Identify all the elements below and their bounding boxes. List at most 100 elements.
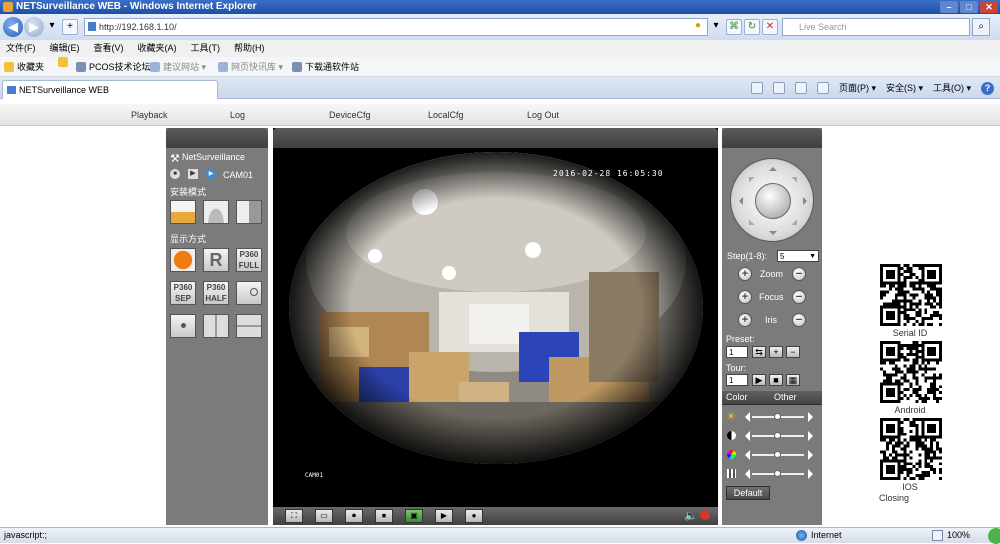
p360-full-button[interactable]: P360 FULL	[236, 248, 262, 272]
focus-in-button[interactable]: +	[738, 290, 752, 304]
closing-link[interactable]: Closing	[844, 493, 944, 503]
fisheye-plus-one-button[interactable]	[236, 281, 262, 305]
favorites-button[interactable]: 收藏夹	[4, 57, 44, 77]
home-icon[interactable]	[750, 82, 763, 94]
window-icon[interactable]: ▭	[315, 509, 333, 523]
compat-icon[interactable]: ●	[690, 19, 706, 35]
slider-knob[interactable]	[774, 432, 781, 439]
slider-knob[interactable]	[774, 470, 781, 477]
tour-input[interactable]: 1	[726, 374, 748, 386]
search-icon[interactable]: ⌕	[972, 18, 990, 36]
ptz-joystick[interactable]	[730, 158, 814, 242]
fisheye-view-button[interactable]	[170, 248, 196, 272]
ptz-left-icon[interactable]	[735, 197, 743, 205]
stop-record-video-icon[interactable]: ⏹	[375, 509, 393, 523]
ceiling-mount-button[interactable]	[170, 200, 196, 224]
preset-remove-icon[interactable]: −	[786, 346, 800, 358]
add-favorite-icon[interactable]	[58, 57, 68, 67]
back-button[interactable]: ◀	[3, 17, 23, 37]
slider-right-icon[interactable]	[808, 412, 818, 422]
preset-goto-icon[interactable]: ⇆	[752, 346, 766, 358]
menu-view[interactable]: 查看(V)	[94, 40, 124, 57]
rss-icon[interactable]: ⌘	[726, 19, 742, 35]
preset-add-icon[interactable]: +	[769, 346, 783, 358]
page-menu[interactable]: 页面(P) ▾	[839, 81, 876, 95]
layout-split-button[interactable]	[203, 314, 229, 338]
mute-icon[interactable]	[700, 510, 710, 520]
zoom-level[interactable]: 100%	[947, 528, 970, 543]
saturation-slider[interactable]	[726, 449, 818, 461]
close-window-button[interactable]: ✕	[980, 1, 998, 13]
mail-icon[interactable]	[794, 82, 807, 94]
refresh-icon[interactable]: ↻	[744, 19, 760, 35]
print-icon[interactable]	[816, 82, 829, 94]
forward-button[interactable]: ▶	[24, 17, 44, 37]
slider-right-icon[interactable]	[808, 431, 818, 441]
maximize-button[interactable]: □	[960, 1, 978, 13]
fullscreen-icon[interactable]: ⛶	[285, 509, 303, 523]
tab-other[interactable]: Other	[774, 392, 797, 402]
step-select[interactable]: 5 ▼	[777, 250, 819, 262]
brightness-slider[interactable]: ☀	[726, 411, 818, 423]
zoom-in-button[interactable]: +	[738, 267, 752, 281]
protected-mode-icon[interactable]	[932, 530, 943, 541]
tab-netsurveillance[interactable]: NETSurveillance WEB	[2, 80, 218, 99]
menu-edit[interactable]: 编辑(E)	[50, 40, 80, 57]
favorite-link-pcos[interactable]: PCOS技术论坛	[76, 57, 151, 77]
safety-menu[interactable]: 安全(S) ▾	[886, 81, 923, 95]
tab-color[interactable]: Color	[726, 392, 748, 402]
search-input[interactable]: Live Search	[782, 18, 970, 36]
nav-playback[interactable]: Playback	[131, 104, 168, 126]
zoom-out-button[interactable]: −	[792, 267, 806, 281]
slider-left-icon[interactable]	[740, 412, 750, 422]
rectify-view-button[interactable]: R	[203, 248, 229, 272]
menu-favorites[interactable]: 收藏夹(A)	[138, 40, 177, 57]
address-dropdown-icon[interactable]: ▾	[708, 19, 724, 35]
favorite-web-slices[interactable]: 网页快讯库 ▾	[218, 57, 283, 77]
contrast-slider[interactable]	[726, 430, 818, 442]
p360-sep-button[interactable]: P360 SEP	[170, 281, 196, 305]
iris-close-button[interactable]: −	[792, 313, 806, 327]
favorite-download-site[interactable]: 下载通软件站	[292, 57, 359, 77]
stop-record-icon[interactable]: ■	[170, 169, 180, 179]
slider-knob[interactable]	[774, 451, 781, 458]
history-dropdown-icon[interactable]: ▾	[44, 19, 60, 35]
slider-right-icon[interactable]	[808, 450, 818, 460]
volume-icon[interactable]: 🔈	[684, 509, 698, 522]
nav-localcfg[interactable]: LocalCfg	[428, 104, 464, 126]
menu-tools[interactable]: 工具(T)	[191, 40, 221, 57]
slider-knob[interactable]	[774, 413, 781, 420]
p360-half-button[interactable]: P360 HALF	[203, 281, 229, 305]
snapshot-icon[interactable]: ▣	[405, 509, 423, 523]
ptz-down-left-icon[interactable]	[743, 219, 755, 231]
menu-help[interactable]: 帮助(H)	[234, 40, 265, 57]
nav-devicecfg[interactable]: DeviceCfg	[329, 104, 371, 126]
tools-menu[interactable]: 工具(O) ▾	[933, 81, 971, 95]
wall-mount-button[interactable]	[236, 200, 262, 224]
ptz-center-button[interactable]	[755, 183, 791, 219]
table-mount-button[interactable]	[203, 200, 229, 224]
talk-icon[interactable]: ●	[465, 509, 483, 523]
tour-play-icon[interactable]: ▶	[752, 374, 766, 386]
layout-quad-fisheye-button[interactable]	[170, 314, 196, 338]
nav-logout[interactable]: Log Out	[527, 104, 559, 126]
minimize-button[interactable]: –	[940, 1, 958, 13]
slider-left-icon[interactable]	[740, 469, 750, 479]
play-icon[interactable]: ▶	[188, 169, 198, 179]
page-icon[interactable]: +	[62, 19, 78, 35]
hue-slider[interactable]	[726, 468, 818, 480]
default-button[interactable]: Default	[726, 486, 770, 500]
ptz-up-left-icon[interactable]	[743, 171, 755, 183]
tour-stop-icon[interactable]: ■	[769, 374, 783, 386]
ptz-right-icon[interactable]	[803, 197, 811, 205]
tour-grid-icon[interactable]: ▦	[786, 374, 800, 386]
ptz-up-icon[interactable]	[769, 163, 777, 171]
fisheye-video-view[interactable]	[289, 152, 703, 464]
channel-label[interactable]: CAM01	[223, 170, 253, 180]
layout-stack-button[interactable]	[236, 314, 262, 338]
record-icon[interactable]: ⏺	[345, 509, 363, 523]
focus-out-button[interactable]: −	[792, 290, 806, 304]
slider-left-icon[interactable]	[740, 431, 750, 441]
playback-icon[interactable]: ▶	[435, 509, 453, 523]
address-input[interactable]: http://192.168.1.10/	[84, 18, 708, 36]
